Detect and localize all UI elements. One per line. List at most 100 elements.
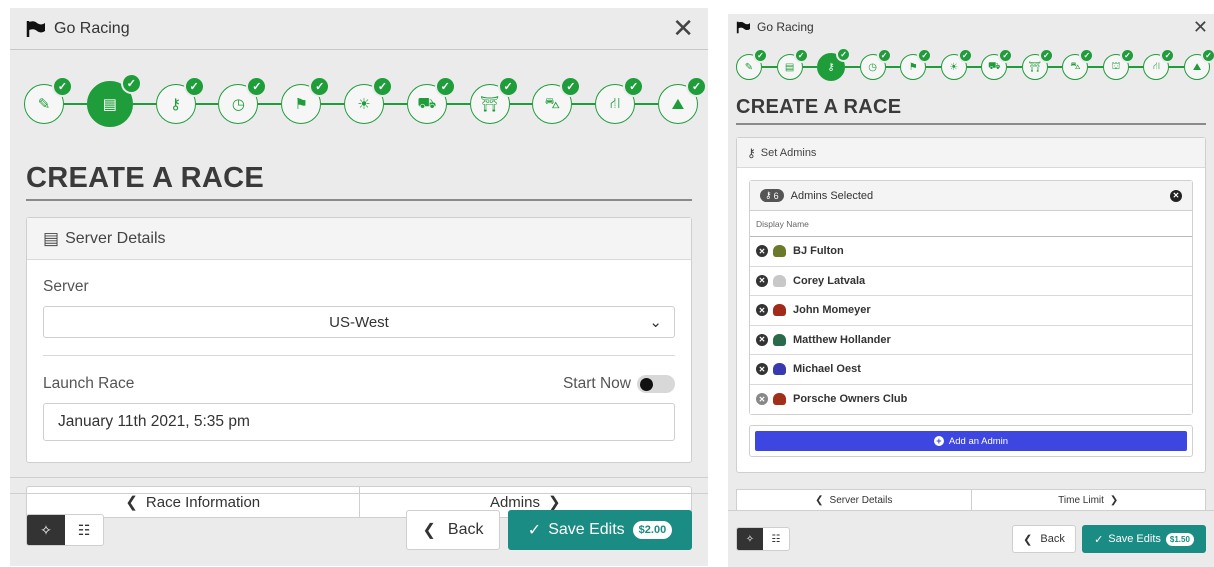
add-admin-button[interactable]: + Add an Admin bbox=[755, 431, 1187, 451]
check-icon: ✓ bbox=[371, 76, 393, 97]
step-pencil[interactable]: ✎ ✓ bbox=[736, 48, 768, 80]
server-select[interactable]: US-West ⌄ bbox=[43, 306, 675, 338]
step-car[interactable]: ⛟ ✓ bbox=[406, 76, 456, 124]
chevron-left-icon: ❮ bbox=[1023, 533, 1033, 546]
check-icon: ✓ bbox=[1079, 48, 1095, 63]
step-weather[interactable]: ☀ ✓ bbox=[940, 48, 973, 80]
wizard-mode-icon[interactable]: ✧ bbox=[737, 528, 763, 550]
remove-admin-icon[interactable]: ✕ bbox=[756, 245, 768, 258]
remove-admin-icon[interactable]: ✕ bbox=[756, 363, 768, 376]
check-icon: ✓ bbox=[52, 76, 73, 97]
car-icon: ⛟ bbox=[417, 94, 437, 112]
step-road[interactable]: ⛙ ✓ bbox=[1143, 48, 1176, 80]
step-connector bbox=[1007, 66, 1022, 68]
step-key[interactable]: ⚷ ✓ bbox=[817, 47, 852, 81]
step-connector bbox=[195, 103, 219, 105]
step-server[interactable]: ▤ ✓ bbox=[86, 73, 142, 127]
step-pencil[interactable]: ✎ ✓ bbox=[24, 76, 73, 124]
step-track[interactable]: ⛩ ✓ bbox=[469, 76, 519, 124]
back-button[interactable]: ❮ Back bbox=[406, 510, 500, 550]
step-flag[interactable]: ⚑ ✓ bbox=[281, 76, 331, 124]
clock-icon: ◷ bbox=[231, 96, 245, 113]
remove-admin-icon[interactable]: ✕ bbox=[756, 333, 768, 346]
close-icon[interactable]: ✕ bbox=[672, 13, 694, 44]
admin-row: ✕ Michael Oest bbox=[750, 355, 1192, 385]
step-connector bbox=[926, 66, 941, 68]
admin-name: BJ Fulton bbox=[793, 245, 844, 258]
step-connector bbox=[572, 103, 596, 105]
step-connector bbox=[1088, 66, 1103, 68]
title-bar: Go Racing ✕ bbox=[728, 14, 1214, 40]
back-label: Back bbox=[1040, 533, 1065, 545]
check-icon: ✓ bbox=[957, 48, 973, 63]
remove-admin-icon[interactable]: ✕ bbox=[756, 393, 768, 406]
check-icon: ✓ bbox=[876, 48, 892, 63]
admins-selected-header: ⚷ 6 Admins Selected ✕ bbox=[750, 181, 1192, 211]
helmet-avatar-icon bbox=[773, 333, 786, 346]
check-icon: ✓ bbox=[917, 48, 933, 63]
step-pit[interactable]: ⛫ ✓ bbox=[1102, 48, 1135, 80]
back-label: Back bbox=[447, 521, 484, 538]
prev-step-button[interactable]: ❮ Server Details bbox=[737, 490, 971, 510]
step-connector bbox=[446, 103, 470, 105]
step-progress: ✎ ✓ ▤ ✓ ⚷ ✓ ◷ ✓ ⚑ ✓ ☀ ✓ ⛟ ✓ ⛩ ✓ ⛍ ✓ ⛙ ✓ ⛰ ✓ bbox=[10, 50, 708, 148]
start-now-toggle[interactable] bbox=[637, 375, 675, 393]
next-step-button[interactable]: Time Limit ❯ bbox=[970, 490, 1206, 510]
save-edits-button[interactable]: ✓ Save Edits $2.00 bbox=[508, 510, 692, 550]
create-race-panel-admins: Go Racing ✕ ✎ ✓ ▤ ✓ ⚷ ✓ ◷ ✓ ⚑ ✓ ☀ ✓ ⛟ ✓ ⛩ ✓ ⛍ ✓ ⛫ ✓ ⛙ ✓ ⛰ ✓ CRE… bbox=[728, 14, 1214, 567]
step-clock[interactable]: ◷ ✓ bbox=[859, 48, 892, 80]
admins-selector: ⚷ 6 Admins Selected ✕ Display Name ✕ BJ Fu… bbox=[749, 180, 1193, 415]
step-clock[interactable]: ◷ ✓ bbox=[218, 76, 268, 124]
check-icon: ✓ bbox=[497, 76, 519, 97]
helmet-avatar-icon bbox=[773, 304, 786, 317]
road-icon: ⛙ bbox=[609, 94, 621, 112]
check-icon: ✓ bbox=[623, 76, 645, 97]
helmet-avatar-icon bbox=[773, 393, 786, 406]
check-icon: ✓ bbox=[1201, 48, 1214, 63]
back-button[interactable]: ❮ Back bbox=[1012, 525, 1076, 553]
server-details-card: ▤ Server Details Server US-West ⌄ Launch… bbox=[26, 217, 692, 463]
admins-selected-label: Admins Selected bbox=[790, 189, 874, 202]
remove-admin-icon[interactable]: ✕ bbox=[756, 304, 768, 317]
list-mode-icon[interactable]: ☷ bbox=[65, 515, 103, 545]
step-key[interactable]: ⚷ ✓ bbox=[155, 76, 205, 124]
save-edits-button[interactable]: ✓ Save Edits $1.50 bbox=[1082, 525, 1206, 553]
server-icon: ▤ bbox=[784, 61, 795, 73]
admin-list: ✕ BJ Fulton ✕ Corey Latvala ✕ John Momeyer ✕ Ma… bbox=[750, 237, 1192, 414]
step-ai-car[interactable]: ⛍ ✓ bbox=[1062, 48, 1095, 80]
step-connector bbox=[383, 103, 407, 105]
step-ai-car[interactable]: ⛍ ✓ bbox=[532, 76, 582, 124]
step-road[interactable]: ⛙ ✓ bbox=[595, 76, 645, 124]
clear-selection-icon[interactable]: ✕ bbox=[1170, 189, 1182, 202]
check-icon: ✓ bbox=[183, 76, 205, 97]
step-server[interactable]: ▤ ✓ bbox=[776, 48, 809, 80]
set-admins-card: ⚷ Set Admins ⚷ 6 Admins Selected ✕ Displa… bbox=[736, 137, 1206, 473]
step-weather[interactable]: ☀ ✓ bbox=[343, 76, 393, 124]
display-name-search[interactable]: Display Name bbox=[750, 211, 1192, 237]
card-title: Set Admins bbox=[760, 146, 817, 159]
pit-icon: ⛫ bbox=[1111, 60, 1121, 72]
check-icon: ✓ bbox=[246, 76, 268, 97]
app-title: Go Racing bbox=[757, 20, 814, 34]
step-flag[interactable]: ⚑ ✓ bbox=[900, 48, 933, 80]
pencil-icon: ✎ bbox=[37, 96, 51, 113]
card-header: ⚷ Set Admins bbox=[737, 138, 1205, 168]
add-admin-label: Add an Admin bbox=[948, 435, 1009, 447]
server-label: Server bbox=[43, 278, 89, 295]
step-car[interactable]: ⛟ ✓ bbox=[981, 48, 1014, 80]
wizard-mode-icon[interactable]: ✧ bbox=[27, 515, 65, 545]
card-title: Server Details bbox=[65, 229, 166, 247]
step-scenery[interactable]: ⛰ ✓ bbox=[657, 76, 707, 124]
footer: ✧ ☷ ❮ Back ✓ Save Edits $1.50 bbox=[728, 510, 1214, 567]
admin-count: 6 bbox=[773, 190, 779, 201]
plus-icon: + bbox=[933, 436, 944, 446]
step-track[interactable]: ⛩ ✓ bbox=[1021, 48, 1054, 80]
check-icon: ✓ bbox=[1094, 533, 1104, 546]
close-icon[interactable]: ✕ bbox=[1193, 17, 1208, 38]
app-title: Go Racing bbox=[54, 19, 130, 37]
step-scenery[interactable]: ⛰ ✓ bbox=[1184, 48, 1214, 80]
list-mode-icon[interactable]: ☷ bbox=[763, 528, 789, 550]
launch-datetime-input[interactable]: January 11th 2021, 5:35 pm bbox=[43, 403, 675, 441]
title-bar: Go Racing ✕ bbox=[10, 8, 708, 50]
remove-admin-icon[interactable]: ✕ bbox=[756, 274, 768, 287]
